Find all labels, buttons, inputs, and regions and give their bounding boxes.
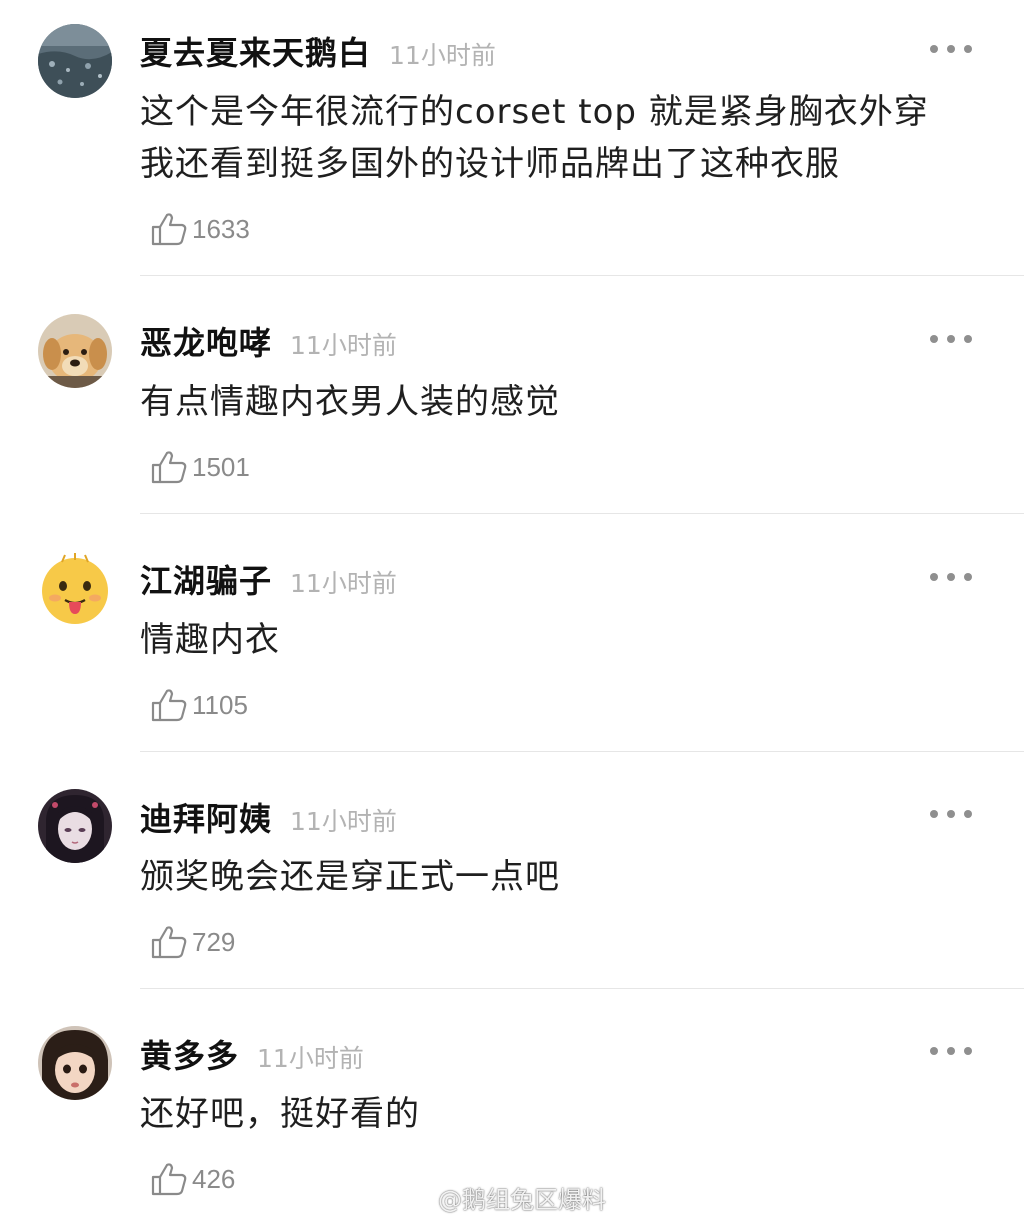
weibo-logo-icon	[398, 1186, 432, 1212]
username[interactable]: 夏去夏来天鹅白	[140, 28, 371, 74]
child-avatar-icon[interactable]	[38, 1026, 112, 1100]
like-count: 729	[192, 926, 236, 957]
comment-text: 有点情趣内衣男人装的感觉	[140, 376, 1000, 428]
emoji-tongue-avatar-icon[interactable]	[38, 552, 112, 626]
comment-text: 情趣内衣	[140, 614, 1000, 666]
anime-girl-avatar-icon[interactable]	[38, 789, 112, 863]
comment-header: 恶龙咆哮 11小时前	[140, 318, 397, 364]
like-button[interactable]: 1501	[150, 449, 250, 485]
like-count: 1501	[192, 451, 250, 482]
divider	[140, 275, 1024, 276]
watermark: @鹅组兔区爆料	[398, 1180, 606, 1215]
divider	[140, 751, 1024, 752]
thumbs-up-icon	[151, 213, 187, 246]
thumbs-up-icon	[151, 926, 187, 959]
comment-text-line: 有点情趣内衣男人装的感觉	[140, 382, 560, 422]
comment-text: 这个是今年很流行的corset top 就是紧身胸衣外穿 我还看到挺多国外的设计…	[140, 86, 1000, 190]
dog-avatar-icon[interactable]	[38, 314, 112, 388]
thumbs-up-icon	[151, 689, 187, 722]
comment-text: 颁奖晚会还是穿正式一点吧	[140, 851, 1000, 903]
like-count: 1633	[192, 213, 250, 244]
watermark-text: @鹅组兔区爆料	[438, 1186, 606, 1214]
divider	[140, 988, 1024, 989]
like-count: 426	[192, 1163, 236, 1194]
comment-header: 夏去夏来天鹅白 11小时前	[140, 28, 496, 74]
username[interactable]: 恶龙咆哮	[140, 318, 272, 364]
comment-text-line: 这个是今年很流行的corset top 就是紧身胸衣外穿	[140, 92, 929, 132]
like-button[interactable]: 729	[150, 924, 235, 960]
more-options-icon[interactable]	[930, 333, 972, 345]
comment-header: 迪拜阿姨 11小时前	[140, 794, 397, 840]
thumbs-up-icon	[151, 451, 187, 484]
username[interactable]: 迪拜阿姨	[140, 794, 272, 840]
timestamp: 11小时前	[290, 807, 397, 836]
thumbs-up-icon	[151, 1163, 187, 1196]
divider	[140, 513, 1024, 514]
comment-text-line: 颁奖晚会还是穿正式一点吧	[140, 857, 560, 897]
comment-text-line: 情趣内衣	[140, 620, 280, 660]
timestamp: 11小时前	[290, 569, 397, 598]
comment-header: 江湖骗子 11小时前	[140, 556, 397, 602]
timestamp: 11小时前	[257, 1044, 364, 1073]
more-options-icon[interactable]	[930, 1045, 972, 1057]
comment-text-line: 我还看到挺多国外的设计师品牌出了这种衣服	[140, 144, 840, 184]
like-count: 1105	[192, 689, 248, 720]
more-options-icon[interactable]	[930, 571, 972, 583]
like-button[interactable]: 426	[150, 1161, 235, 1197]
more-options-icon[interactable]	[930, 808, 972, 820]
username[interactable]: 黄多多	[140, 1031, 239, 1077]
landscape-avatar-icon[interactable]	[38, 24, 112, 98]
comment-text-line: 还好吧，挺好看的	[140, 1094, 420, 1134]
comment-text: 还好吧，挺好看的	[140, 1088, 1000, 1140]
timestamp: 11小时前	[389, 41, 496, 70]
like-button[interactable]: 1105	[150, 687, 248, 723]
comment-header: 黄多多 11小时前	[140, 1031, 364, 1077]
more-options-icon[interactable]	[930, 43, 972, 55]
username[interactable]: 江湖骗子	[140, 556, 272, 602]
like-button[interactable]: 1633	[150, 211, 250, 247]
timestamp: 11小时前	[290, 331, 397, 360]
